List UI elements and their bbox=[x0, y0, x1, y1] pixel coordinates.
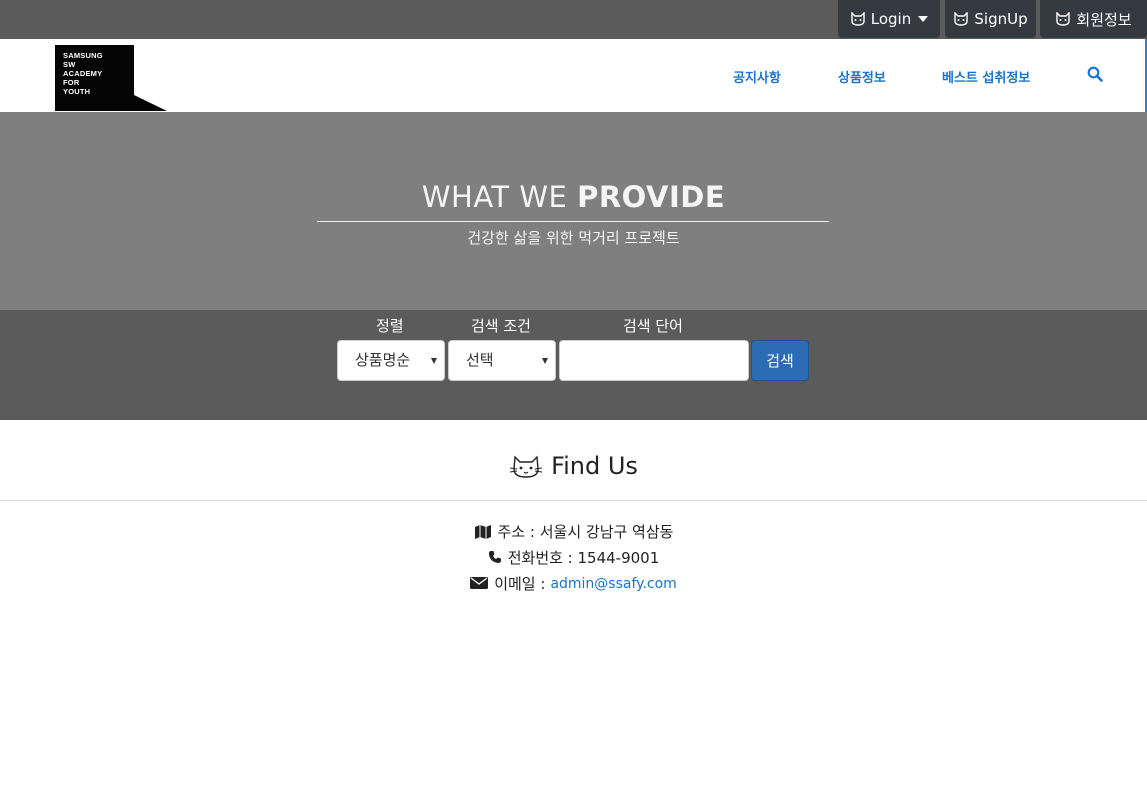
logo-text: SAMSUNG SW ACADEMY FOR YOUTH bbox=[63, 51, 103, 96]
phone-text: 전화번호 : 1544-9001 bbox=[507, 549, 660, 567]
member-info-label: 회원정보 bbox=[1076, 10, 1132, 29]
search-icon[interactable] bbox=[1087, 66, 1103, 82]
nav-item-products[interactable]: 상품정보 bbox=[838, 67, 886, 86]
phone-icon bbox=[488, 550, 502, 566]
find-us-heading: Find Us bbox=[0, 451, 1147, 481]
address-row: 주소 : 서울시 강남구 역삼동 bbox=[0, 521, 1147, 542]
hero-title: WHAT WE PROVIDE bbox=[421, 180, 726, 214]
cat-face-icon bbox=[509, 453, 543, 479]
cat-face-icon bbox=[1055, 12, 1071, 26]
sort-label: 정렬 bbox=[376, 317, 404, 335]
dropdown-arrow-icon bbox=[431, 358, 437, 364]
member-info-button[interactable]: 회원정보 bbox=[1040, 0, 1147, 38]
condition-select[interactable]: 선택 bbox=[448, 340, 556, 381]
login-dropdown-button[interactable]: Login bbox=[838, 0, 940, 38]
email-prefix: 이메일 : bbox=[494, 575, 546, 593]
phone-row: 전화번호 : 1544-9001 bbox=[0, 547, 1147, 568]
top-bar: Login SignUp 회원정보 bbox=[0, 0, 1147, 39]
hero-banner: WHAT WE PROVIDE 건강한 삶을 위한 먹거리 프로젝트 bbox=[0, 112, 1147, 310]
section-divider bbox=[0, 500, 1147, 501]
hero-subtitle: 건강한 삶을 위한 먹거리 프로젝트 bbox=[467, 229, 680, 247]
map-icon bbox=[474, 524, 492, 540]
sort-select-value: 상품명순 bbox=[355, 351, 411, 369]
cat-face-icon bbox=[953, 12, 969, 26]
nav-item-best-intake[interactable]: 베스트 섭취정보 bbox=[942, 67, 1030, 86]
cat-face-icon bbox=[850, 12, 866, 26]
email-row: 이메일 : admin@ssafy.com bbox=[0, 573, 1147, 594]
keyword-input[interactable] bbox=[559, 340, 749, 381]
chevron-down-icon bbox=[918, 16, 929, 22]
login-label: Login bbox=[870, 10, 912, 28]
hero-divider bbox=[317, 221, 829, 222]
address-text: 주소 : 서울시 강남구 역삼동 bbox=[497, 523, 674, 541]
condition-label: 검색 조건 bbox=[471, 317, 531, 335]
signup-button[interactable]: SignUp bbox=[945, 0, 1036, 38]
sort-select[interactable]: 상품명순 bbox=[337, 340, 445, 381]
search-button[interactable]: 검색 bbox=[751, 340, 809, 381]
email-link[interactable]: admin@ssafy.com bbox=[550, 576, 676, 592]
search-panel: 정렬 검색 조건 검색 단어 상품명순 선택 검색 bbox=[0, 310, 1147, 420]
signup-label: SignUp bbox=[974, 10, 1028, 28]
keyword-label: 검색 단어 bbox=[623, 317, 683, 335]
dropdown-arrow-icon bbox=[542, 358, 548, 364]
nav-item-notice[interactable]: 공지사항 bbox=[733, 67, 781, 86]
ssafy-logo[interactable]: SAMSUNG SW ACADEMY FOR YOUTH bbox=[55, 45, 167, 111]
main-navbar: SAMSUNG SW ACADEMY FOR YOUTH 공지사항 상품정보 베… bbox=[0, 39, 1147, 112]
find-us-title: Find Us bbox=[551, 452, 638, 480]
envelope-icon bbox=[470, 576, 489, 592]
condition-select-value: 선택 bbox=[466, 351, 494, 369]
